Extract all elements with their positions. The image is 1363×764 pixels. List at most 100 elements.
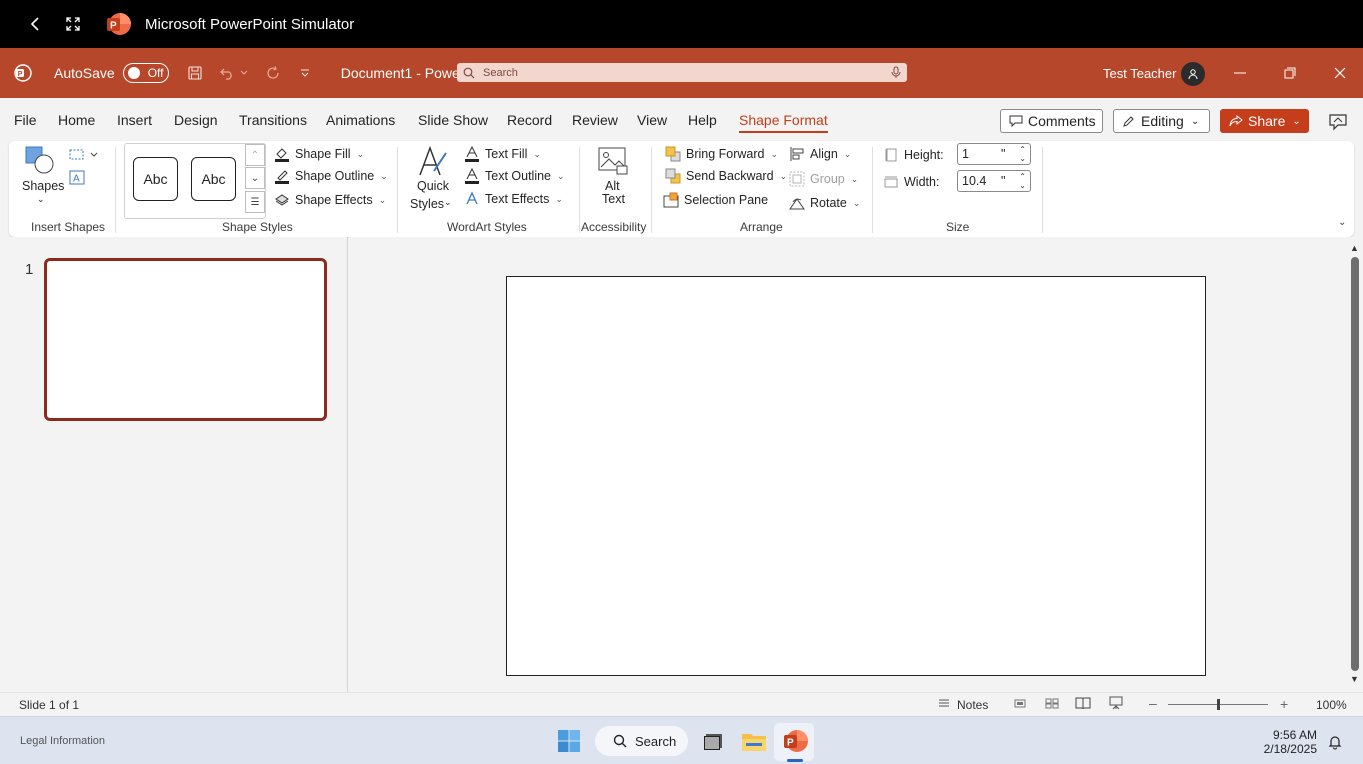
group-button[interactable]: Group ⌄ xyxy=(789,171,858,187)
gallery-scroll-down-icon[interactable]: ⌄ xyxy=(245,167,265,189)
shape-style-option[interactable]: Abc xyxy=(191,157,236,201)
quick-styles-icon[interactable] xyxy=(416,145,448,177)
send-backward-button[interactable]: Send Backward ⌄ xyxy=(665,168,787,184)
user-name[interactable]: Test Teacher xyxy=(1103,66,1176,81)
alt-label[interactable]: Alt xyxy=(605,179,620,193)
tab-insert[interactable]: Insert xyxy=(117,112,152,128)
notification-bell-icon[interactable] xyxy=(1327,734,1343,750)
width-input[interactable]: 10.4 " ⌃ ⌄ xyxy=(957,170,1031,192)
gallery-scroll-up-icon[interactable]: ⌃ xyxy=(245,144,265,166)
alt-text-icon[interactable] xyxy=(597,146,629,176)
microphone-icon[interactable] xyxy=(891,66,901,79)
scroll-down-icon[interactable]: ▼ xyxy=(1350,674,1359,684)
alt-text-label[interactable]: Text xyxy=(602,192,625,206)
zoom-slider-thumb[interactable] xyxy=(1217,699,1220,710)
zoom-level[interactable]: 100% xyxy=(1316,698,1347,712)
tab-home[interactable]: Home xyxy=(58,112,95,128)
customize-toolbar-icon[interactable] xyxy=(297,65,313,81)
editing-mode-button[interactable]: Editing ⌄ xyxy=(1113,109,1210,133)
comments-button[interactable]: Comments xyxy=(1000,109,1103,133)
tab-record[interactable]: Record xyxy=(507,112,552,128)
gallery-more-icon[interactable]: ☰ xyxy=(245,191,265,213)
quick-styles-label[interactable]: Quick xyxy=(417,179,449,193)
powerpoint-taskbar-icon[interactable]: P xyxy=(781,727,809,755)
tab-shape-format[interactable]: Shape Format xyxy=(739,112,828,133)
tab-slide-show[interactable]: Slide Show xyxy=(418,112,488,128)
fullscreen-icon[interactable] xyxy=(61,12,85,36)
back-arrow-icon[interactable] xyxy=(23,12,47,36)
rotate-button[interactable]: Rotate ⌄ xyxy=(789,195,860,211)
task-view-icon[interactable] xyxy=(699,727,727,755)
file-explorer-icon[interactable] xyxy=(740,727,768,755)
share-button[interactable]: Share ⌄ xyxy=(1220,109,1309,133)
redo-icon[interactable] xyxy=(265,65,281,81)
chevron-down-icon: ⌄ xyxy=(380,170,388,181)
reading-view-icon[interactable] xyxy=(1075,696,1091,713)
tab-file[interactable]: File xyxy=(14,112,37,128)
width-spinner-icon[interactable]: ⌃ ⌄ xyxy=(1019,172,1026,190)
align-button[interactable]: Align ⌄ xyxy=(789,146,851,162)
legal-information-link[interactable]: Legal Information xyxy=(20,735,105,747)
taskbar-search[interactable]: Search xyxy=(595,726,688,756)
document-title[interactable]: Document1 - Power... xyxy=(341,65,476,81)
autosave-toggle[interactable]: Off xyxy=(122,63,169,83)
shapes-icon[interactable] xyxy=(24,146,56,176)
height-input[interactable]: 1 " ⌃ ⌄ xyxy=(957,143,1031,165)
shapes-button[interactable]: Shapes xyxy=(22,179,64,193)
text-box-icon[interactable]: A xyxy=(69,170,85,185)
slide[interactable] xyxy=(506,276,1206,676)
avatar[interactable] xyxy=(1181,62,1205,86)
save-icon[interactable] xyxy=(187,65,203,81)
taskbar: Legal Information Search P 9:56 AM 2/18/… xyxy=(0,716,1363,764)
quick-styles-chevron-icon[interactable]: ⌄ xyxy=(444,197,452,208)
width-label-group: Width: xyxy=(883,174,939,190)
search-box[interactable]: Search xyxy=(457,63,907,82)
tab-animations[interactable]: Animations xyxy=(326,112,395,128)
restore-icon[interactable] xyxy=(1281,64,1299,82)
presenter-coach-icon[interactable] xyxy=(1328,112,1348,132)
chevron-down-icon: ⌄ xyxy=(779,170,788,181)
scroll-up-icon[interactable]: ▲ xyxy=(1350,243,1359,253)
selection-pane-button[interactable]: Selection Pane xyxy=(663,192,768,208)
text-outline-button[interactable]: Text Outline ⌄ xyxy=(464,168,565,184)
zoom-out-icon[interactable]: – xyxy=(1149,695,1157,711)
height-value: 1 xyxy=(962,147,969,161)
vertical-scrollbar[interactable]: ▲ ▼ xyxy=(1347,237,1363,692)
notes-button[interactable]: Notes xyxy=(957,698,988,712)
slide-sorter-icon[interactable] xyxy=(1045,697,1059,712)
normal-view-icon[interactable] xyxy=(1014,697,1026,712)
tab-review[interactable]: Review xyxy=(572,112,618,128)
system-clock[interactable]: 9:56 AM 2/18/2025 xyxy=(1264,728,1317,756)
tab-help[interactable]: Help xyxy=(688,112,717,128)
tab-design[interactable]: Design xyxy=(174,112,218,128)
svg-text:P: P xyxy=(18,71,23,78)
zoom-in-icon[interactable]: + xyxy=(1280,696,1288,712)
shape-style-option[interactable]: Abc xyxy=(133,157,178,201)
tab-transitions[interactable]: Transitions xyxy=(239,112,307,128)
slideshow-view-icon[interactable] xyxy=(1109,696,1123,713)
undo-icon[interactable] xyxy=(219,65,235,81)
height-spinner-icon[interactable]: ⌃ ⌄ xyxy=(1019,145,1026,163)
chevron-down-icon: ⌄ xyxy=(356,148,365,159)
undo-dropdown-chevron-icon[interactable] xyxy=(239,65,249,81)
group-divider xyxy=(115,147,116,233)
slide-thumbnail[interactable] xyxy=(44,258,327,421)
notes-icon[interactable] xyxy=(938,697,950,712)
text-effects-button[interactable]: Text Effects ⌄ xyxy=(464,191,563,207)
start-windows-icon[interactable] xyxy=(555,727,583,755)
shape-styles-group-label: Shape Styles xyxy=(222,220,293,234)
shape-fill-button[interactable]: Shape Fill ⌄ xyxy=(274,146,364,162)
edit-shape-icon[interactable] xyxy=(69,148,99,162)
text-fill-button[interactable]: Text Fill ⌄ xyxy=(464,146,541,162)
shapes-dropdown-chevron-icon[interactable]: ⌄ xyxy=(37,194,45,205)
bring-forward-button[interactable]: Bring Forward ⌄ xyxy=(665,146,778,162)
shape-outline-button[interactable]: Shape Outline ⌄ xyxy=(274,168,388,184)
shape-effects-button[interactable]: Shape Effects ⌄ xyxy=(274,192,386,208)
minimize-icon[interactable] xyxy=(1231,64,1249,82)
ribbon-expand-chevron-icon[interactable]: ⌄ xyxy=(1338,217,1346,228)
clock-date: 2/18/2025 xyxy=(1263,742,1317,756)
scrollbar-thumb[interactable] xyxy=(1351,257,1359,671)
styles-label[interactable]: Styles xyxy=(410,197,444,211)
tab-view[interactable]: View xyxy=(637,112,667,128)
close-icon[interactable] xyxy=(1331,64,1349,82)
